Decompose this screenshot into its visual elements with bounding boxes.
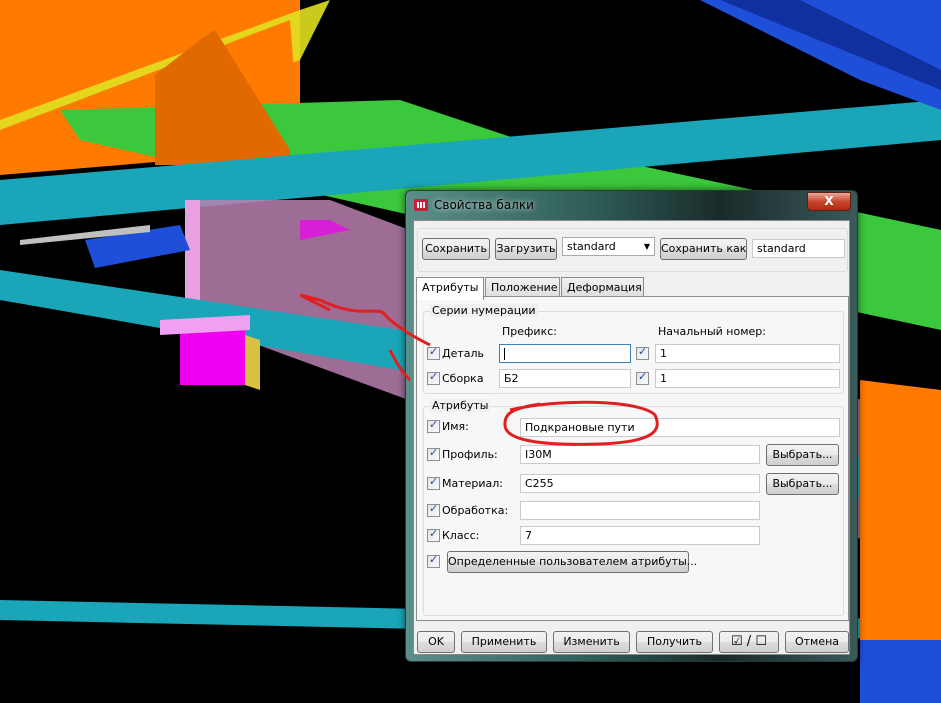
profile-label: Профиль:: [442, 448, 498, 461]
profile-checkbox[interactable]: [427, 446, 440, 461]
finish-input[interactable]: [520, 501, 760, 520]
class-checkbox[interactable]: [427, 527, 440, 542]
assembly-label: Сборка: [442, 372, 484, 385]
attributes-title: Атрибуты: [430, 399, 491, 412]
numbering-title: Серии нумерации: [430, 304, 538, 317]
attributes-group: Атрибуты Имя: Подкрановые пути Профиль: …: [423, 399, 844, 616]
start-number-header: Начальный номер:: [658, 325, 766, 338]
material-input[interactable]: C255: [520, 474, 760, 493]
tab-position[interactable]: Положение: [485, 277, 560, 298]
attributes-panel: Серии нумерации Префикс: Начальный номер…: [416, 296, 849, 621]
part-label: Деталь: [442, 347, 485, 360]
numbering-group: Серии нумерации Префикс: Начальный номер…: [423, 304, 844, 394]
preset-value: standard: [567, 240, 616, 253]
apply-button[interactable]: Применить: [461, 631, 547, 653]
profile-input[interactable]: I30M: [520, 445, 760, 464]
tab-deformation[interactable]: Деформация: [561, 277, 644, 298]
part-checkbox[interactable]: [427, 345, 440, 360]
class-label: Класс:: [442, 529, 480, 542]
app-icon: [414, 199, 428, 211]
close-button[interactable]: X: [807, 192, 851, 211]
name-label: Имя:: [442, 420, 469, 433]
cancel-button[interactable]: Отмена: [785, 631, 849, 653]
assembly-start-checkbox[interactable]: [636, 370, 649, 385]
profile-select-button[interactable]: Выбрать...: [766, 444, 839, 466]
prefix-header: Префикс:: [502, 325, 557, 338]
name-input[interactable]: Подкрановые пути: [520, 418, 840, 437]
material-label: Материал:: [442, 477, 504, 490]
ok-button[interactable]: OK: [417, 631, 455, 653]
get-button[interactable]: Получить: [636, 631, 713, 653]
finish-label: Обработка:: [442, 504, 509, 517]
preset-select[interactable]: standard ▼: [562, 237, 655, 256]
name-checkbox[interactable]: [427, 418, 440, 433]
window-title: Свойства балки: [434, 198, 534, 212]
part-start-checkbox[interactable]: [636, 345, 649, 360]
save-as-button[interactable]: Сохранить как: [660, 238, 747, 260]
part-start-input[interactable]: 1: [655, 344, 840, 363]
save-button[interactable]: Сохранить: [422, 238, 490, 260]
user-attributes-button[interactable]: Определенные пользователем атрибуты...: [447, 551, 697, 573]
toggle-all-button[interactable]: ☑ / ☐: [719, 631, 779, 653]
material-select-button[interactable]: Выбрать...: [766, 473, 839, 495]
chevron-down-icon: ▼: [643, 242, 650, 251]
part-prefix-input[interactable]: [499, 344, 631, 363]
user-attrs-checkbox[interactable]: [427, 553, 440, 568]
material-checkbox[interactable]: [427, 475, 440, 490]
assembly-checkbox[interactable]: [427, 370, 440, 385]
beam-properties-dialog: Свойства балки X Сохранить Загрузить sta…: [405, 190, 858, 662]
finish-checkbox[interactable]: [427, 502, 440, 517]
assembly-start-input[interactable]: 1: [655, 369, 840, 388]
class-input[interactable]: 7: [520, 526, 760, 545]
save-as-input[interactable]: standard: [752, 239, 845, 258]
tab-attributes[interactable]: Атрибуты: [416, 277, 484, 300]
modify-button[interactable]: Изменить: [553, 631, 630, 653]
toolbar-group: Сохранить Загрузить standard ▼ Сохранить …: [417, 228, 848, 272]
assembly-prefix-input[interactable]: Б2: [499, 369, 631, 388]
load-button[interactable]: Загрузить: [495, 238, 557, 260]
dialog-client: Сохранить Загрузить standard ▼ Сохранить …: [413, 220, 850, 655]
